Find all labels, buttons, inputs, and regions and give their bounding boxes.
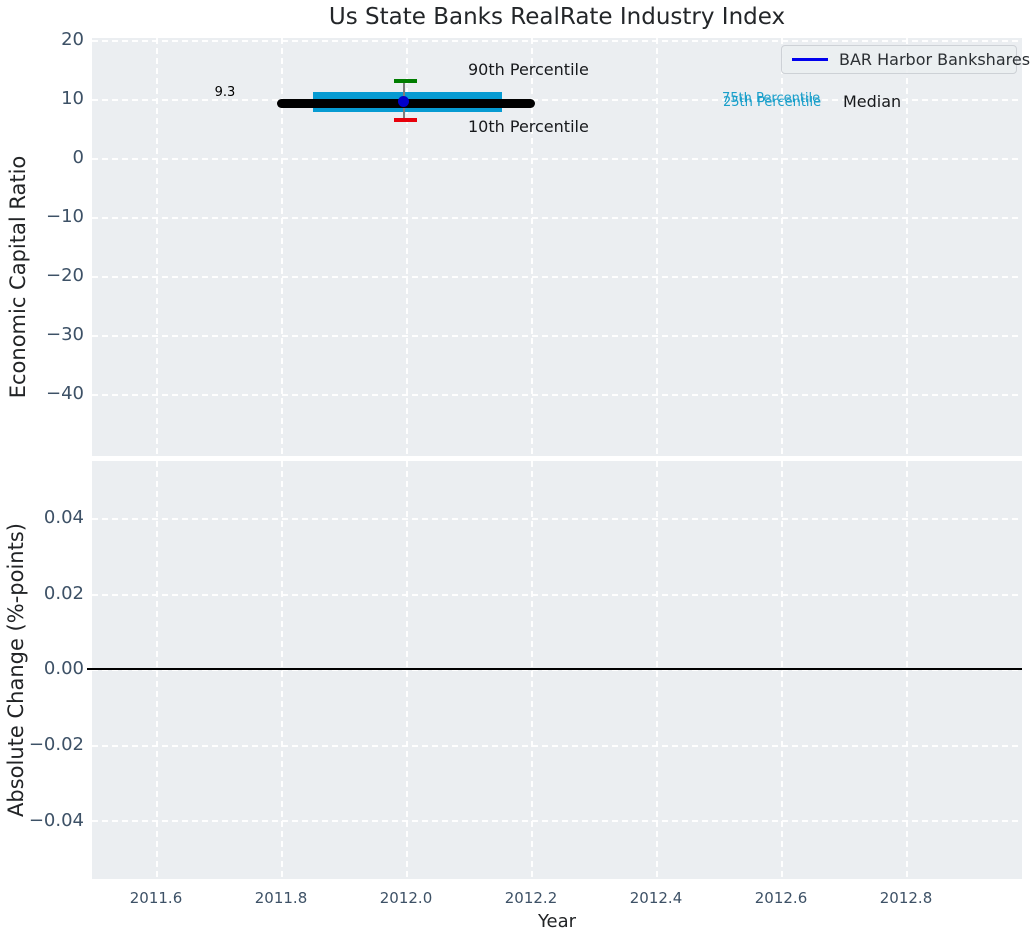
xtick-label: 2011.6 xyxy=(111,889,201,907)
gridline-h xyxy=(92,518,1022,520)
xtick-label: 2012.0 xyxy=(361,889,451,907)
gridline-h xyxy=(92,40,1022,42)
gridline-h xyxy=(92,394,1022,396)
gridline-v xyxy=(406,461,408,879)
ytick-label: 20 xyxy=(20,29,84,50)
gridline-h xyxy=(92,335,1022,337)
gridline-v xyxy=(156,38,158,456)
p10-whisker-cap xyxy=(394,118,417,122)
xtick-label: 2012.2 xyxy=(486,889,576,907)
p10-label: 10th Percentile xyxy=(468,117,589,136)
gridline-v xyxy=(906,38,908,456)
xtick-label: 2011.8 xyxy=(236,889,326,907)
gridline-v xyxy=(531,461,533,879)
gridline-v xyxy=(156,461,158,879)
xtick-label: 2012.4 xyxy=(611,889,701,907)
gridline-h xyxy=(92,276,1022,278)
gridline-h xyxy=(92,820,1022,822)
gridline-v xyxy=(656,38,658,456)
xtick-label: 2012.8 xyxy=(861,889,951,907)
gridline-h xyxy=(92,745,1022,747)
gridline-v xyxy=(656,461,658,879)
median-label: Median xyxy=(843,92,901,111)
x-axis-label: Year xyxy=(92,911,1022,932)
zero-reference-line xyxy=(87,668,1022,670)
bottom-y-axis-label: Absolute Change (%-points) xyxy=(4,460,32,880)
median-value-label: 9.3 xyxy=(205,85,245,100)
p25-label: 25th Percentile xyxy=(723,95,821,110)
top-plot-area: 9.3 90th Percentile 10th Percentile 75th… xyxy=(92,38,1022,456)
gridline-v xyxy=(281,461,283,879)
chart-title: Us State Banks RealRate Industry Index xyxy=(92,4,1022,30)
figure: Us State Banks RealRate Industry Index 9… xyxy=(0,0,1034,942)
top-y-axis-label: Economic Capital Ratio xyxy=(6,97,34,457)
company-marker xyxy=(398,96,409,107)
gridline-h xyxy=(92,158,1022,160)
xtick-label: 2012.6 xyxy=(736,889,826,907)
legend: BAR Harbor Bankshares xyxy=(781,45,1017,74)
legend-line-icon xyxy=(792,58,828,61)
gridline-h xyxy=(92,594,1022,596)
p90-whisker-cap xyxy=(394,79,417,83)
p90-label: 90th Percentile xyxy=(468,60,589,79)
gridline-v xyxy=(906,461,908,879)
legend-label: BAR Harbor Bankshares xyxy=(839,50,1030,69)
gridline-h xyxy=(92,217,1022,219)
bottom-plot-area xyxy=(92,461,1022,879)
gridline-v xyxy=(781,461,783,879)
